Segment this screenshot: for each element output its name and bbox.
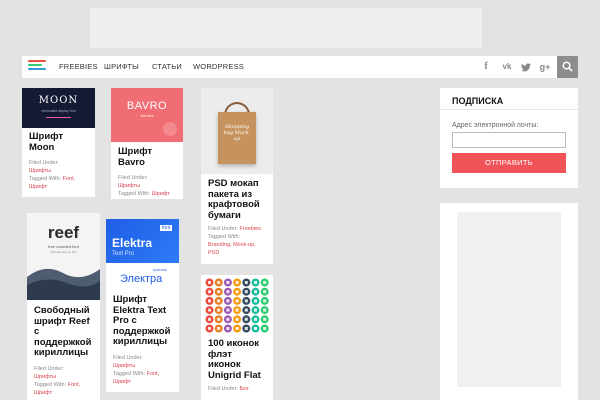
- sidebar-ad-widget: [440, 203, 578, 400]
- subscribe-widget: ПОДПИСКА Адрес электронной почты: ОТПРАВ…: [440, 88, 578, 188]
- filed-under-label: Filed Under:: [34, 365, 64, 372]
- tagged-with-label: Tagged With:: [113, 370, 146, 377]
- thumbnail-text: reef: [47, 223, 80, 242]
- thumbnail-text: MOON: [38, 95, 79, 106]
- post-title[interactable]: 100 иконок флэт иконок Unigrid Flat: [201, 338, 273, 381]
- tag-link[interactable]: Font,: [68, 382, 81, 388]
- category-link[interactable]: Шрифты: [29, 168, 51, 174]
- nav-item-freebies[interactable]: FREEBIES: [59, 56, 98, 78]
- filed-under-label: Filed Under:: [208, 386, 238, 392]
- thumbnail-text: Электра: [120, 273, 163, 285]
- post-card-bavro[interactable]: BAVRO free font Шрифт Bavro Filed Under:…: [111, 88, 183, 199]
- top-ad-banner: [90, 8, 482, 48]
- sidebar-ad-placeholder: [457, 212, 561, 387]
- twitter-icon[interactable]: [519, 56, 533, 78]
- search-button[interactable]: [557, 56, 578, 78]
- post-title[interactable]: Шрифт Bavro: [111, 146, 183, 168]
- post-card-moon[interactable]: MOON minimalist display font Шрифт Moon …: [22, 88, 95, 197]
- post-card-unigrid-icons[interactable]: 100 иконок флэт иконок Unigrid Flat File…: [201, 275, 273, 400]
- thumbnail-text: Elektra: [112, 236, 153, 250]
- thumbnail-badge: font: [160, 225, 173, 231]
- subscribe-title: ПОДПИСКА: [452, 96, 504, 106]
- post-title[interactable]: Шрифт Elektra Text Pro с поддержкой кири…: [106, 294, 179, 348]
- tag-link[interactable]: Шрифт: [152, 191, 170, 197]
- post-title[interactable]: Свободный шрифт Reef с поддержкой кирилл…: [27, 305, 100, 359]
- nav-item-fonts[interactable]: ШРИФТЫ: [104, 56, 139, 78]
- thumbnail-text: BAVRO: [126, 100, 168, 112]
- filed-under-label: Filed Under:: [118, 175, 148, 181]
- thumbnail-subtext: with cleaned up font: [50, 250, 77, 254]
- submit-button[interactable]: ОТПРАВИТЬ: [452, 153, 566, 173]
- thumbnail-subtext: free rounded font: [48, 244, 79, 249]
- vk-icon[interactable]: vk: [500, 56, 514, 78]
- tag-link[interactable]: Font,: [147, 371, 160, 377]
- main-navigation: FREEBIES ШРИФТЫ СТАТЬИ WORDPRESS f vk g+: [22, 56, 578, 78]
- tag-link[interactable]: Шрифт: [29, 184, 47, 190]
- post-thumbnail[interactable]: MOON minimalist display font: [22, 88, 95, 128]
- post-card-psd-mockup[interactable]: Shopping bag Mock-up PSD мокап пакета из…: [201, 88, 273, 264]
- thumbnail-subtext: гротеск: [153, 267, 167, 272]
- facebook-icon[interactable]: f: [479, 56, 493, 78]
- tagged-with-label: Tagged With:: [118, 191, 151, 197]
- post-title[interactable]: Шрифт Moon: [22, 131, 95, 153]
- site-logo[interactable]: [28, 60, 46, 74]
- filed-under-label: Filed Under:: [113, 354, 143, 361]
- thumbnail-subtext: Text Pro: [112, 251, 135, 257]
- category-link[interactable]: Шрифты: [118, 183, 140, 189]
- icon-grid-preview: [205, 278, 269, 333]
- filed-under-label: Filed Under:: [208, 226, 238, 232]
- tagged-with-label: Tagged With:: [29, 176, 62, 182]
- tagged-with-label: Tagged With:: [34, 381, 67, 388]
- post-thumbnail[interactable]: [201, 275, 273, 337]
- post-thumbnail[interactable]: Elektra font Text Pro гротеск Электра: [106, 219, 179, 287]
- email-input[interactable]: [452, 132, 566, 148]
- post-title[interactable]: PSD мокап пакета из крафтовой бумаги: [201, 178, 273, 221]
- email-label: Адрес электронной почты:: [452, 122, 539, 129]
- post-card-elektra[interactable]: Elektra font Text Pro гротеск Электра Шр…: [106, 219, 179, 392]
- thumbnail-landscape: [27, 268, 100, 300]
- search-icon: [562, 61, 573, 72]
- tag-link[interactable]: Шрифт: [34, 390, 52, 396]
- tag-link[interactable]: PSD: [208, 250, 219, 256]
- category-link[interactable]: Шрифты: [113, 363, 135, 369]
- nav-item-wordpress[interactable]: WORDPRESS: [193, 56, 244, 78]
- post-thumbnail[interactable]: BAVRO free font: [111, 88, 183, 142]
- nav-item-articles[interactable]: СТАТЬИ: [152, 56, 182, 78]
- post-thumbnail[interactable]: Shopping bag Mock-up: [201, 88, 273, 174]
- post-card-reef[interactable]: reef free rounded font with cleaned up f…: [27, 213, 100, 400]
- tagged-with-label: Tagged With:: [208, 234, 241, 240]
- tag-link[interactable]: Font,: [63, 176, 76, 182]
- thumbnail-subtext: minimalist display font: [41, 109, 76, 113]
- category-link[interactable]: Freebies: [240, 226, 261, 232]
- thumbnail-text: Shopping bag Mock-up: [223, 124, 251, 142]
- filed-under-label: Filed Under:: [29, 160, 59, 166]
- thumbnail-subtext: free font: [140, 114, 154, 118]
- tag-link[interactable]: Branding, Mock-up,: [208, 242, 256, 248]
- category-link[interactable]: Без: [240, 386, 249, 392]
- tag-link[interactable]: Шрифт: [113, 379, 131, 385]
- category-link[interactable]: Шрифты: [34, 374, 56, 380]
- post-thumbnail[interactable]: reef free rounded font with cleaned up f…: [27, 213, 100, 300]
- google-plus-icon[interactable]: g+: [538, 56, 552, 78]
